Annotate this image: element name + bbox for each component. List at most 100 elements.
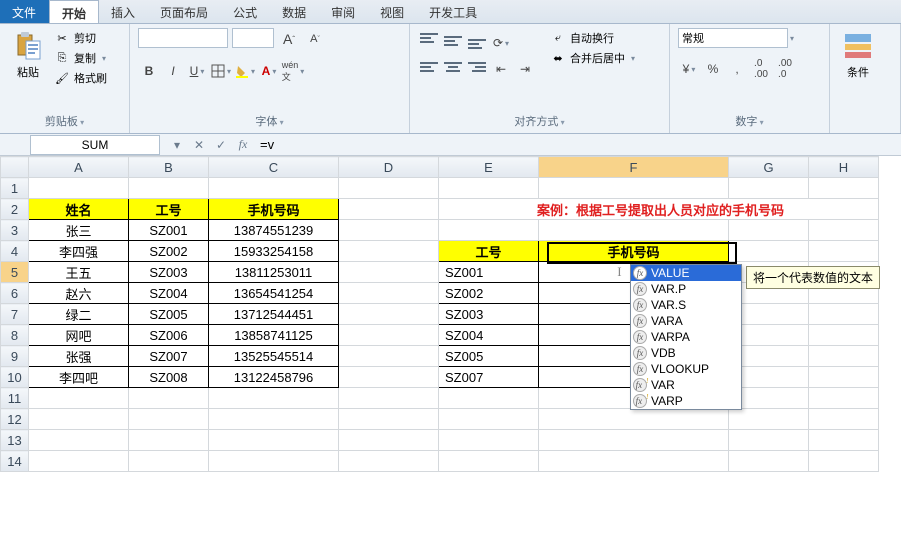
cell-D9[interactable] (339, 346, 439, 367)
cell-B7[interactable]: SZ005 (129, 304, 209, 325)
row-header-6[interactable]: 6 (1, 283, 29, 304)
row-header-8[interactable]: 8 (1, 325, 29, 346)
indent-dec-button[interactable]: ⇤ (490, 58, 512, 80)
cell-A14[interactable] (29, 451, 129, 472)
cell-E1[interactable] (439, 178, 539, 199)
font-size-select[interactable] (232, 28, 274, 48)
tab-file[interactable]: 文件 (0, 0, 49, 23)
tab-review[interactable]: 审阅 (319, 0, 368, 23)
font-family-select[interactable] (138, 28, 228, 48)
cell-C3[interactable]: 13874551239 (209, 220, 339, 241)
name-box[interactable] (30, 135, 160, 155)
tab-layout[interactable]: 页面布局 (148, 0, 221, 23)
autocomplete-item-VLOOKUP[interactable]: fxVLOOKUP (631, 361, 741, 377)
inc-decimal-button[interactable]: .0.00 (750, 58, 772, 80)
shrink-font-button[interactable]: Aˇ (304, 28, 326, 50)
align-bottom-button[interactable] (466, 32, 488, 54)
cell-H13[interactable] (809, 430, 879, 451)
cell-D14[interactable] (339, 451, 439, 472)
select-all-corner[interactable] (1, 157, 29, 178)
cell-B10[interactable]: SZ008 (129, 367, 209, 388)
autocomplete-item-VDB[interactable]: fxVDB (631, 345, 741, 361)
format-painter-button[interactable]: 🖌格式刷 (54, 68, 107, 88)
cell-F4[interactable]: 手机号码 (539, 241, 729, 262)
cell-H4[interactable] (809, 241, 879, 262)
col-header-C[interactable]: C (209, 157, 339, 178)
cell-H14[interactable] (809, 451, 879, 472)
cell-D6[interactable] (339, 283, 439, 304)
cell-A10[interactable]: 李四吧 (29, 367, 129, 388)
cell-D1[interactable] (339, 178, 439, 199)
cell-G1[interactable] (729, 178, 809, 199)
tab-insert[interactable]: 插入 (99, 0, 148, 23)
cell-F14[interactable] (539, 451, 729, 472)
paste-button[interactable]: 粘贴 (8, 28, 48, 82)
cell-C1[interactable] (209, 178, 339, 199)
cell-D3[interactable] (339, 220, 439, 241)
indent-inc-button[interactable]: ⇥ (514, 58, 536, 80)
cell-C5[interactable]: 13811253011 (209, 262, 339, 283)
col-header-H[interactable]: H (809, 157, 879, 178)
autocomplete-item-VARPA[interactable]: fxVARPA (631, 329, 741, 345)
formula-autocomplete[interactable]: fxVALUEfxVAR.PfxVAR.SfxVARAfxVARPAfxVDBf… (630, 264, 742, 410)
cell-D8[interactable] (339, 325, 439, 346)
number-format-select[interactable] (678, 28, 788, 48)
cell-B11[interactable] (129, 388, 209, 409)
cell-E5[interactable]: SZ001 (439, 262, 539, 283)
cell-H8[interactable] (809, 325, 879, 346)
copy-button[interactable]: ⎘复制▾ (54, 48, 107, 68)
row-header-2[interactable]: 2 (1, 199, 29, 220)
align-top-button[interactable] (418, 32, 440, 54)
cell-C9[interactable]: 13525545514 (209, 346, 339, 367)
cut-button[interactable]: ✂剪切 (54, 28, 107, 48)
row-header-10[interactable]: 10 (1, 367, 29, 388)
cell-F13[interactable] (539, 430, 729, 451)
cell-G3[interactable] (729, 220, 809, 241)
row-header-13[interactable]: 13 (1, 430, 29, 451)
border-button[interactable]: ▾ (210, 60, 232, 82)
grow-font-button[interactable]: Aˆ (278, 28, 300, 50)
align-right-button[interactable] (466, 58, 488, 80)
tab-formula[interactable]: 公式 (221, 0, 270, 23)
cell-A4[interactable]: 李四强 (29, 241, 129, 262)
cell-C8[interactable]: 13858741125 (209, 325, 339, 346)
conditional-format-button[interactable]: 条件 (838, 28, 878, 82)
col-header-F[interactable]: F (539, 157, 729, 178)
cell-E12[interactable] (439, 409, 539, 430)
autocomplete-item-VAR.P[interactable]: fxVAR.P (631, 281, 741, 297)
row-header-3[interactable]: 3 (1, 220, 29, 241)
orientation-button[interactable]: ⟳▾ (490, 32, 512, 54)
worksheet[interactable]: ABCDEFGH12姓名工号手机号码案例：根据工号提取出人员对应的手机号码3张三… (0, 156, 901, 472)
cell-F12[interactable] (539, 409, 729, 430)
cell-E2[interactable]: 案例：根据工号提取出人员对应的手机号码 (439, 199, 879, 220)
cell-D2[interactable] (339, 199, 439, 220)
row-header-11[interactable]: 11 (1, 388, 29, 409)
col-header-E[interactable]: E (439, 157, 539, 178)
cell-B13[interactable] (129, 430, 209, 451)
cell-H3[interactable] (809, 220, 879, 241)
cell-B3[interactable]: SZ001 (129, 220, 209, 241)
cell-E11[interactable] (439, 388, 539, 409)
cell-C4[interactable]: 15933254158 (209, 241, 339, 262)
align-center-button[interactable] (442, 58, 464, 80)
cell-A11[interactable] (29, 388, 129, 409)
cell-G13[interactable] (729, 430, 809, 451)
cell-F3[interactable] (539, 220, 729, 241)
merge-center-button[interactable]: ⬌合并后居中▾ (550, 48, 635, 68)
fx-button[interactable]: fx (232, 137, 254, 152)
cell-H7[interactable] (809, 304, 879, 325)
enter-formula-button[interactable]: ✓ (210, 138, 232, 152)
phonetic-button[interactable]: wén文▾ (282, 60, 304, 82)
row-header-4[interactable]: 4 (1, 241, 29, 262)
autocomplete-item-VARA[interactable]: fxVARA (631, 313, 741, 329)
cell-E3[interactable] (439, 220, 539, 241)
cell-A13[interactable] (29, 430, 129, 451)
col-header-B[interactable]: B (129, 157, 209, 178)
col-header-D[interactable]: D (339, 157, 439, 178)
italic-button[interactable]: I (162, 60, 184, 82)
currency-button[interactable]: ¥▾ (678, 58, 700, 80)
cell-D7[interactable] (339, 304, 439, 325)
row-header-9[interactable]: 9 (1, 346, 29, 367)
cell-G4[interactable] (729, 241, 809, 262)
tab-data[interactable]: 数据 (270, 0, 319, 23)
